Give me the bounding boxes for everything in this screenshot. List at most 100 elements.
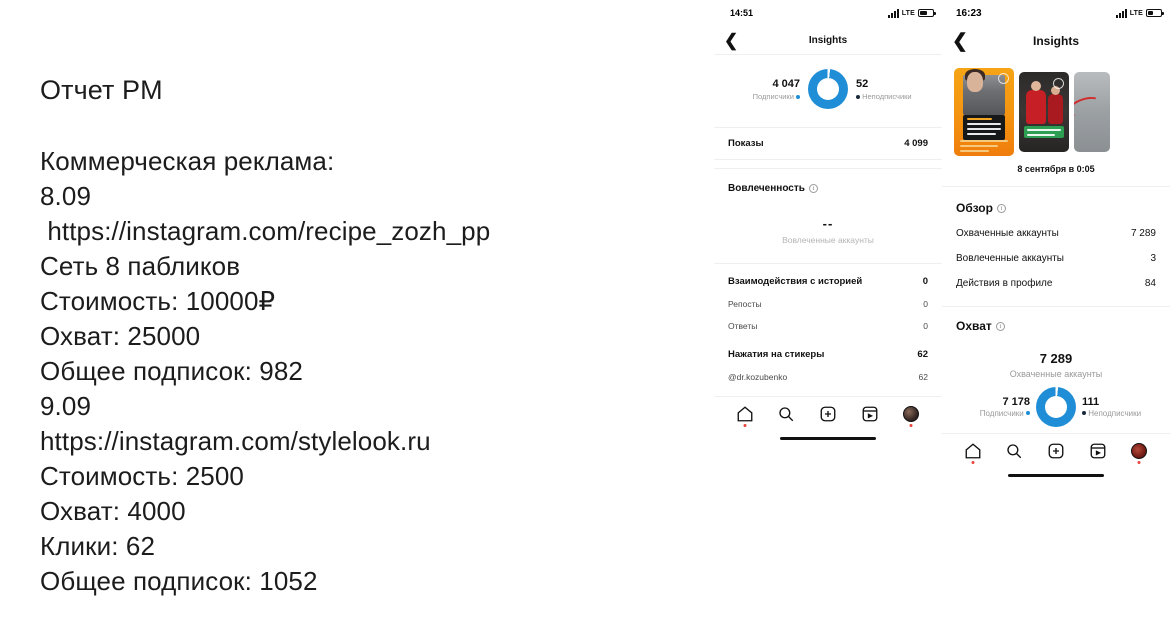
home-icon[interactable] <box>736 405 754 427</box>
profile-actions-value: 84 <box>1144 278 1156 289</box>
impressions-value: 4 099 <box>904 138 928 149</box>
home-indicator <box>1008 474 1104 477</box>
reach-nonfollowers-value: 111 <box>1082 395 1100 408</box>
reach-nonfollowers-label: Неподписчики <box>1082 409 1144 419</box>
reach-total-value: 7 289 <box>1039 351 1073 366</box>
report-link[interactable]: https://instagram.com/recipe_zozh_pp <box>40 214 660 249</box>
legend-dot-icon <box>856 94 860 99</box>
story-caption <box>960 137 1008 152</box>
info-icon[interactable]: i <box>995 321 1005 331</box>
home-icon[interactable] <box>964 442 982 464</box>
report-line: Общее подписок: 982 <box>40 356 303 386</box>
search-icon[interactable] <box>777 405 795 423</box>
nonfollowers-stat: 52 Неподписчики <box>856 78 930 101</box>
story-portrait-face <box>967 72 983 92</box>
reach-breakdown: 7 178 Подписчики 111 Неподписчики <box>942 379 1170 433</box>
back-icon[interactable]: ❮ <box>952 32 968 51</box>
network-label: LTE <box>901 9 915 17</box>
reels-icon[interactable] <box>1089 442 1107 460</box>
bottom-tab-bar <box>942 434 1170 464</box>
bottom-tab-bar <box>714 397 942 427</box>
nonfollowers-label: Неподписчики <box>856 92 930 101</box>
avatar <box>1131 443 1148 459</box>
sticker-mention-row[interactable]: @dr.kozubenko 62 <box>714 366 942 388</box>
info-icon[interactable]: i <box>808 184 818 193</box>
report-line: Охват: 4000 <box>40 496 186 526</box>
network-label: LTE <box>1129 9 1143 17</box>
reached-accounts-label: Охваченные аккаунты <box>956 228 1059 239</box>
profile-avatar-icon[interactable] <box>902 405 920 427</box>
report-line: 8.09 <box>40 181 92 211</box>
status-indicators: LTE <box>887 8 936 18</box>
nav-title: Insights <box>1032 34 1079 48</box>
engagement-value: -- <box>822 216 834 231</box>
report-line: Общее подписок: 1052 <box>40 566 318 596</box>
reach-title: Охват <box>956 319 992 333</box>
story-thumbnail-strip <box>942 56 1170 160</box>
replies-label: Ответы <box>728 321 758 331</box>
story-person <box>1048 86 1063 124</box>
story-graphic <box>1074 93 1104 121</box>
sticker-taps-row: Нажатия на стикеры 62 <box>714 347 942 366</box>
engagement-title: Вовлеченность <box>728 183 805 194</box>
profile-avatar-icon[interactable] <box>1130 442 1148 464</box>
add-post-icon[interactable] <box>1047 442 1065 460</box>
screenshot-root: Отчет PM Коммерческая реклама: 8.09 http… <box>0 0 1170 620</box>
report-line: Стоимость: 10000₽ <box>40 286 276 316</box>
story-interactions-value: 0 <box>922 276 928 287</box>
sticker-taps-label: Нажатия на стикеры <box>728 349 825 360</box>
overview-row: Охваченные аккаунты 7 289 <box>942 221 1170 246</box>
search-icon[interactable] <box>1005 442 1023 460</box>
engagement-sublabel: Вовлеченные аккаунты <box>782 235 874 245</box>
impressions-label: Показы <box>728 138 764 149</box>
followers-stat: 4 047 Подписчики <box>726 78 800 101</box>
reach-nonfollowers-stat: 111 Неподписчики <box>1082 396 1144 419</box>
nonfollowers-value: 52 <box>856 77 869 90</box>
back-icon[interactable]: ❮ <box>724 32 738 49</box>
story-interactions-row: Взаимодействия с историей 0 <box>714 264 942 293</box>
notification-dot-icon <box>971 461 975 464</box>
add-post-icon[interactable] <box>819 405 837 423</box>
info-icon[interactable]: i <box>996 203 1006 213</box>
reposts-row: Репосты 0 <box>714 293 942 315</box>
status-bar: 16:23 LTE <box>942 0 1170 26</box>
engagement-section-header: Вовлеченность i <box>714 169 942 200</box>
report-text-block: Отчет PM Коммерческая реклама: 8.09 http… <box>40 72 660 599</box>
story-thumbnail[interactable] <box>1074 72 1110 152</box>
sticker-mention-label: @dr.kozubenko <box>728 372 788 382</box>
engaged-accounts-value: 3 <box>1150 253 1156 264</box>
story-thumbnail-active[interactable] <box>954 68 1014 156</box>
sticker-taps-value: 62 <box>917 349 928 360</box>
overview-row: Вовлеченные аккаунты 3 <box>942 246 1170 271</box>
nav-bar: ❮ Insights <box>714 26 942 54</box>
report-link[interactable]: https://instagram.com/stylelook.ru <box>40 424 660 459</box>
report-line: Клики: 62 <box>40 531 156 561</box>
legend-dot-icon <box>1082 411 1086 416</box>
status-indicators: LTE <box>1115 8 1164 18</box>
story-progress-ring-icon <box>1053 78 1064 89</box>
story-timestamp: 8 сентября в 0:05 <box>1017 164 1095 174</box>
battery-icon <box>1146 9 1164 17</box>
impressions-row: Показы 4 099 <box>714 128 942 159</box>
nav-bar: ❮ Insights <box>942 26 1170 56</box>
replies-value: 0 <box>923 321 928 331</box>
battery-icon <box>918 9 936 17</box>
legend-dot-icon <box>796 94 800 99</box>
report-line: Сеть 8 пабликов <box>40 251 241 281</box>
status-time: 16:23 <box>956 7 982 19</box>
sticker-mention-value: 62 <box>918 372 928 382</box>
home-indicator <box>780 437 876 440</box>
story-thumbnail[interactable] <box>1019 72 1069 152</box>
engaged-accounts-label: Вовлеченные аккаунты <box>956 253 1064 264</box>
story-banner <box>1024 126 1064 138</box>
notification-dot-icon <box>909 424 913 427</box>
audience-donut-chart <box>808 69 848 109</box>
reels-icon[interactable] <box>861 405 879 423</box>
story-progress-ring-icon <box>998 73 1009 84</box>
page-title: Отчет PM <box>40 75 163 105</box>
report-line: Коммерческая реклама: <box>40 146 335 176</box>
notification-dot-icon <box>743 424 747 427</box>
followers-label: Подписчики <box>726 92 800 101</box>
